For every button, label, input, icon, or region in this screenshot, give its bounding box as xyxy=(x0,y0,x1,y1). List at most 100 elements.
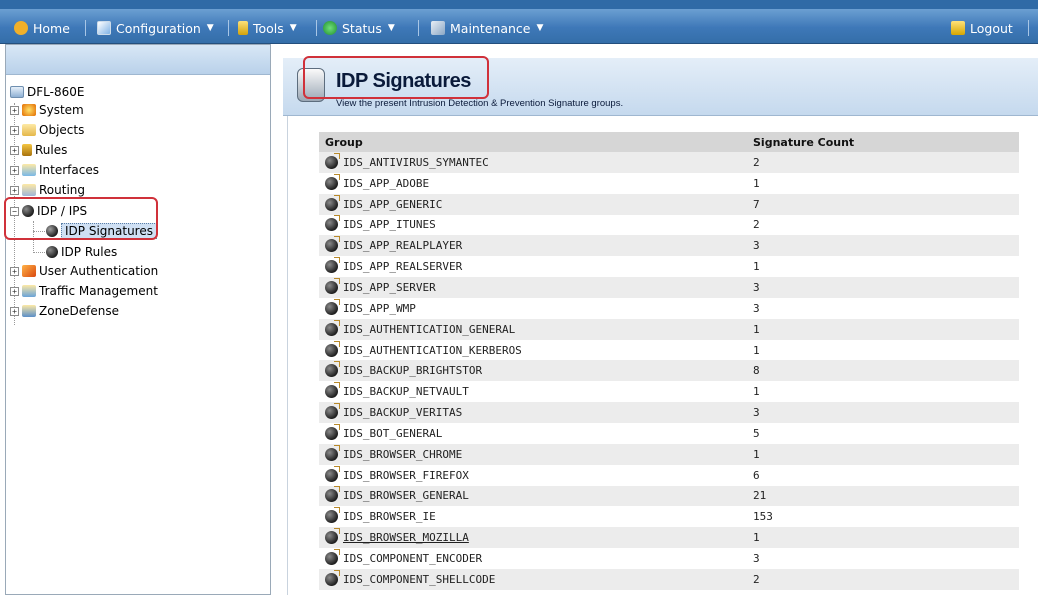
table-row[interactable]: IDS_APP_REALPLAYER 3 xyxy=(319,235,1019,257)
group-name[interactable]: IDS_APP_ADOBE xyxy=(343,177,429,190)
expand-icon[interactable]: + xyxy=(10,165,19,175)
table-row[interactable]: IDS_APP_ADOBE 1 xyxy=(319,172,1019,194)
signature-count: 3 xyxy=(747,277,1019,298)
expand-icon[interactable]: + xyxy=(10,266,19,276)
table-row[interactable]: IDS_APP_GENERIC 7 xyxy=(319,193,1019,215)
table-row[interactable]: IDS_APP_ITUNES 2 xyxy=(319,214,1019,236)
menu-tools-label: Tools xyxy=(253,20,284,36)
tree-line xyxy=(33,252,47,253)
menu-status[interactable]: Status ▼ xyxy=(323,18,395,38)
bomb-icon xyxy=(325,528,340,545)
group-name[interactable]: IDS_APP_WMP xyxy=(343,302,416,315)
signature-count: 21 xyxy=(747,485,1019,507)
expand-icon[interactable]: + xyxy=(10,125,19,135)
signature-count: 8 xyxy=(747,360,1019,382)
menu-home[interactable]: Home xyxy=(14,18,70,38)
group-name[interactable]: IDS_APP_SERVER xyxy=(343,281,436,294)
group-cell-content: IDS_APP_ADOBE xyxy=(325,173,747,190)
table-row[interactable]: IDS_APP_REALSERVER 1 xyxy=(319,256,1019,278)
table-row[interactable]: IDS_BACKUP_BRIGHTSTOR 8 xyxy=(319,360,1019,382)
group-name[interactable]: IDS_BROWSER_MOZILLA xyxy=(343,531,469,544)
table-row[interactable]: IDS_BOT_GENERAL 5 xyxy=(319,422,1019,444)
tree-item-label: Objects xyxy=(39,123,85,137)
signature-count: 3 xyxy=(747,402,1019,423)
table-row[interactable]: IDS_BROWSER_FIREFOX 6 xyxy=(319,464,1019,486)
table-row[interactable]: IDS_BACKUP_NETVAULT 1 xyxy=(319,381,1019,403)
tree-item-traffic-management[interactable]: + Traffic Management xyxy=(10,281,158,301)
menu-tools[interactable]: Tools ▼ xyxy=(238,18,297,38)
tree-root[interactable]: DFL-860E xyxy=(10,82,84,102)
expand-icon[interactable]: + xyxy=(10,306,19,316)
tree-item-interfaces[interactable]: + Interfaces xyxy=(10,160,99,180)
tree-item-label: User Authentication xyxy=(39,264,159,278)
column-header-signature-count[interactable]: Signature Count xyxy=(747,132,1019,152)
group-cell: IDS_BROWSER_FIREFOX xyxy=(319,464,747,486)
expand-icon[interactable]: + xyxy=(10,145,19,155)
tree-item-idp-rules[interactable]: IDP Rules xyxy=(46,242,117,262)
group-name[interactable]: IDS_COMPONENT_ENCODER xyxy=(343,552,482,565)
group-name[interactable]: IDS_BACKUP_NETVAULT xyxy=(343,385,469,398)
tree-item-zonedefense[interactable]: + ZoneDefense xyxy=(10,301,119,321)
traffic-management-icon xyxy=(22,285,36,297)
table-row[interactable]: IDS_COMPONENT_ENCODER 3 xyxy=(319,548,1019,569)
bomb-icon xyxy=(325,152,340,169)
table-row[interactable]: IDS_AUTHENTICATION_KERBEROS 1 xyxy=(319,339,1019,361)
table-row[interactable]: IDS_BROWSER_MOZILLA 1 xyxy=(319,527,1019,549)
group-name[interactable]: IDS_APP_REALPLAYER xyxy=(343,239,462,252)
tree-item-objects[interactable]: + Objects xyxy=(10,120,84,140)
bomb-icon xyxy=(325,403,340,420)
signature-count: 1 xyxy=(747,381,1019,403)
menu-logout[interactable]: Logout xyxy=(951,18,1013,38)
group-name[interactable]: IDS_APP_GENERIC xyxy=(343,198,442,211)
group-cell-content: IDS_AUTHENTICATION_KERBEROS xyxy=(325,340,747,357)
bomb-icon xyxy=(325,465,340,482)
group-name[interactable]: IDS_BROWSER_FIREFOX xyxy=(343,469,469,482)
table-row[interactable]: IDS_ANTIVIRUS_SYMANTEC 2 xyxy=(319,152,1019,173)
group-name[interactable]: IDS_APP_REALSERVER xyxy=(343,260,462,273)
tree-item-system[interactable]: + System xyxy=(10,100,84,120)
group-name[interactable]: IDS_BROWSER_IE xyxy=(343,510,436,523)
expand-icon[interactable]: + xyxy=(10,286,19,296)
menu-configuration[interactable]: Configuration ▼ xyxy=(97,18,214,38)
menu-logout-label: Logout xyxy=(970,20,1013,36)
top-menu-bar: Home Configuration ▼ Tools ▼ Status ▼ Ma… xyxy=(0,0,1038,44)
chevron-down-icon: ▼ xyxy=(206,23,214,33)
group-name[interactable]: IDS_AUTHENTICATION_GENERAL xyxy=(343,323,515,336)
column-header-group[interactable]: Group xyxy=(319,132,747,152)
signatures-table: Group Signature Count IDS_ANTIVIRUS_SYMA… xyxy=(319,132,1019,590)
tree-item-label: IDP Rules xyxy=(61,245,118,259)
table-row[interactable]: IDS_BACKUP_VERITAS 3 xyxy=(319,402,1019,423)
table-row[interactable]: IDS_COMPONENT_SHELLCODE 2 xyxy=(319,568,1019,590)
signature-count: 1 xyxy=(747,318,1019,340)
group-cell: IDS_APP_REALSERVER xyxy=(319,256,747,278)
expand-icon[interactable]: + xyxy=(10,185,19,195)
tree-item-rules[interactable]: + Rules xyxy=(10,140,67,160)
table-row[interactable]: IDS_BROWSER_GENERAL 21 xyxy=(319,485,1019,507)
group-name[interactable]: IDS_BACKUP_VERITAS xyxy=(343,406,462,419)
device-icon xyxy=(10,86,24,98)
table-row[interactable]: IDS_APP_WMP 3 xyxy=(319,297,1019,319)
menu-maintenance[interactable]: Maintenance ▼ xyxy=(431,18,543,38)
table-row[interactable]: IDS_AUTHENTICATION_GENERAL 1 xyxy=(319,318,1019,340)
group-cell: IDS_BACKUP_BRIGHTSTOR xyxy=(319,360,747,382)
group-name[interactable]: IDS_COMPONENT_SHELLCODE xyxy=(343,573,495,586)
group-name[interactable]: IDS_APP_ITUNES xyxy=(343,218,436,231)
group-name[interactable]: IDS_BACKUP_BRIGHTSTOR xyxy=(343,364,482,377)
group-name[interactable]: IDS_BOT_GENERAL xyxy=(343,427,442,440)
expand-icon[interactable]: + xyxy=(10,105,19,115)
table-row[interactable]: IDS_BROWSER_CHROME 1 xyxy=(319,443,1019,465)
tree-item-label: Routing xyxy=(39,183,86,197)
table-row[interactable]: IDS_APP_SERVER 3 xyxy=(319,277,1019,298)
table-row[interactable]: IDS_BROWSER_IE 153 xyxy=(319,506,1019,528)
group-name[interactable]: IDS_BROWSER_CHROME xyxy=(343,448,462,461)
group-cell: IDS_AUTHENTICATION_GENERAL xyxy=(319,318,747,340)
group-name[interactable]: IDS_BROWSER_GENERAL xyxy=(343,489,469,502)
tree-item-user-authentication[interactable]: + User Authentication xyxy=(10,261,158,281)
group-name[interactable]: IDS_AUTHENTICATION_KERBEROS xyxy=(343,344,522,357)
system-icon xyxy=(22,104,36,116)
main-content: IDP Signatures View the present Intrusio… xyxy=(283,44,1038,595)
bomb-icon xyxy=(46,246,58,258)
group-cell-content: IDS_BROWSER_IE xyxy=(325,507,747,524)
group-name[interactable]: IDS_ANTIVIRUS_SYMANTEC xyxy=(343,156,489,169)
tree-item-label: Rules xyxy=(35,143,68,157)
